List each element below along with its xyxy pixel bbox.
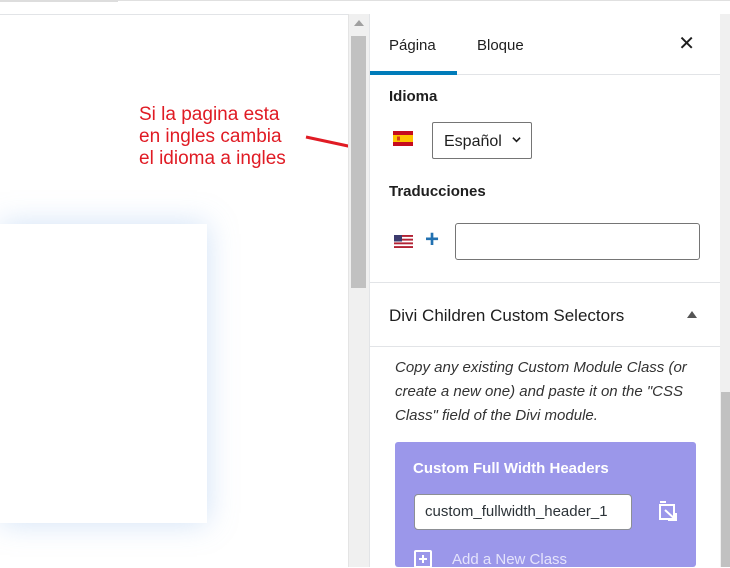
annotation-line: Si la pagina esta: [139, 104, 280, 125]
close-icon[interactable]: ✕: [678, 34, 695, 54]
custom-class-card-title: Custom Full Width Headers: [413, 460, 609, 477]
sidebar-tabs: Página Bloque ✕: [370, 14, 721, 75]
canvas-scrollbar[interactable]: [348, 14, 369, 567]
copy-icon[interactable]: [657, 500, 679, 522]
scroll-up-arrow-icon[interactable]: [354, 20, 364, 26]
add-class-icon[interactable]: [414, 550, 432, 568]
flag-spain-icon: [393, 131, 413, 146]
custom-class-field[interactable]: custom_fullwidth_header_1: [414, 494, 632, 530]
scrollbar-thumb[interactable]: [351, 36, 366, 288]
language-label: Idioma: [389, 88, 438, 105]
editor-canvas[interactable]: Si la pagina esta en ingles cambia el id…: [0, 14, 374, 568]
chevron-down-icon: [512, 137, 521, 143]
flag-usa-icon: [394, 235, 413, 248]
sidebar-scrollbar[interactable]: [720, 14, 730, 567]
language-select-value: Español: [444, 133, 502, 150]
translations-label: Traducciones: [389, 183, 486, 200]
language-select[interactable]: Español: [432, 122, 532, 159]
translation-input[interactable]: [455, 223, 700, 260]
add-class-label[interactable]: Add a New Class: [452, 551, 567, 568]
custom-selectors-panel-header[interactable]: Divi Children Custom Selectors: [370, 282, 721, 347]
tab-bloque[interactable]: Bloque: [458, 14, 543, 74]
panel-description: Copy any existing Custom Module Class (o…: [395, 359, 687, 424]
panel-title: Divi Children Custom Selectors: [389, 306, 625, 325]
chevron-up-icon[interactable]: [687, 311, 697, 318]
custom-class-card: Custom Full Width Headers custom_fullwid…: [395, 442, 696, 568]
top-toolbar-stub: [0, 0, 118, 2]
settings-sidebar: Página Bloque ✕ Idioma Español Traduccio…: [369, 14, 721, 568]
add-translation-plus-icon[interactable]: +: [425, 227, 439, 253]
tab-pagina[interactable]: Página: [370, 14, 457, 75]
content-card[interactable]: [0, 224, 207, 523]
sidebar-scrollbar-thumb[interactable]: [721, 392, 730, 567]
